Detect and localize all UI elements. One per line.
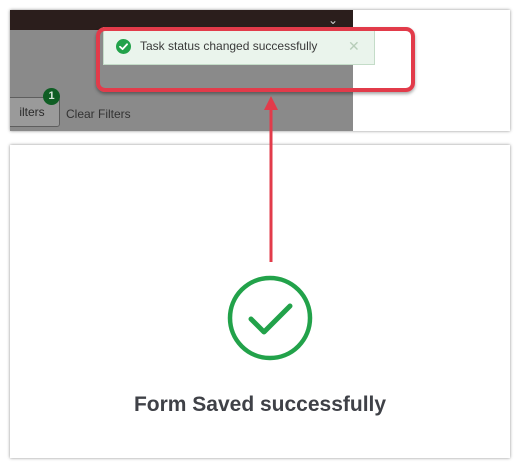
form-saved-panel: Form Saved successfully — [10, 145, 510, 458]
filters-count-badge: 1 — [43, 88, 60, 105]
clear-filters-link[interactable]: Clear Filters — [66, 107, 131, 121]
check-circle-outline-icon — [227, 275, 313, 361]
form-saved-message: Form Saved successfully — [133, 393, 387, 416]
toast-screenshot-panel: ⌄ ilters 1 Clear Filters Task status cha… — [10, 10, 510, 131]
annotation-arrow — [264, 96, 278, 262]
header-chevron-icon[interactable]: ⌄ — [327, 14, 339, 26]
highlight-annotation — [96, 27, 415, 92]
